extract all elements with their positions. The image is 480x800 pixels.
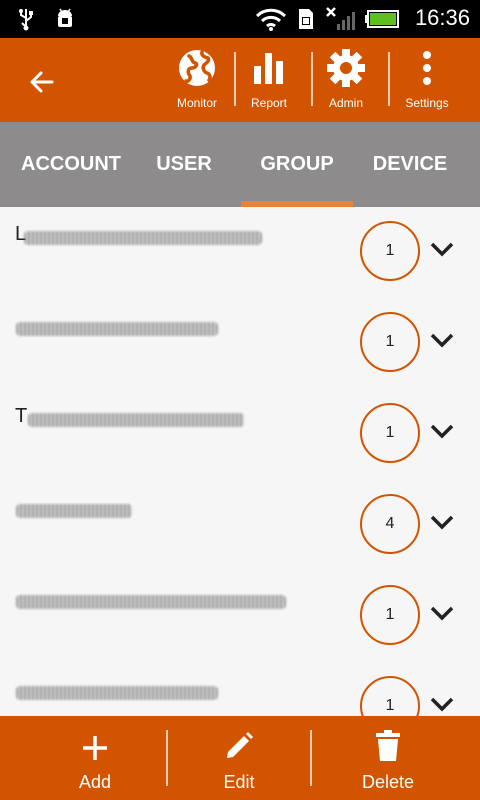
battery-icon [364,6,402,32]
edit-button[interactable]: Edit [174,716,304,800]
member-count-badge: 4 [360,494,420,554]
chevron-down-icon[interactable] [428,508,456,536]
report-button[interactable]: Report [230,46,308,118]
member-count-badge: 1 [360,221,420,281]
chevron-down-icon[interactable] [428,690,456,716]
globe-icon [158,46,236,90]
tab-group-label: GROUP [260,153,334,175]
back-button[interactable] [20,60,64,104]
tab-group[interactable]: GROUP [241,122,353,207]
member-count-badge: 1 [360,585,420,645]
sim-card-icon [294,6,318,32]
tab-account-label: ACCOUNT [21,153,121,175]
bar-chart-icon [230,46,308,90]
tab-user-label: USER [156,153,212,175]
tab-device[interactable]: DEVICE [355,122,465,207]
monitor-button[interactable]: Monitor [158,46,236,118]
redacted-name [28,413,244,427]
add-button[interactable]: Add [30,716,160,800]
member-count-badge: 1 [360,403,420,463]
report-label: Report [250,96,288,110]
admin-button[interactable]: Admin [307,46,385,118]
delete-label: Delete [361,772,415,792]
admin-label: Admin [328,96,363,110]
delete-button[interactable]: Delete [318,716,458,800]
redacted-name [16,504,132,518]
settings-label: Settings [405,96,449,110]
top-toolbar: Monitor Report Admin Settings [0,38,480,122]
pencil-icon [174,716,304,762]
back-arrow-icon [30,71,54,93]
bottom-divider [166,730,168,786]
list-item[interactable]: T 1 [0,389,480,480]
redacted-name [16,595,286,609]
settings-button[interactable]: Settings [388,46,466,118]
status-bar: 16:36 [0,0,480,38]
tab-device-label: DEVICE [372,153,448,175]
bottom-divider [310,730,312,786]
status-time: 16:36 [414,5,470,30]
list-item[interactable]: 1 [0,662,480,716]
trash-icon [318,716,458,762]
tab-bar: ACCOUNT USER GROUP DEVICE [0,122,480,207]
add-label: Add [78,772,112,792]
bottom-action-bar: Add Edit Delete [0,716,480,800]
redacted-name [16,322,218,336]
wifi-icon [254,6,288,32]
redacted-name [16,686,218,700]
redacted-name [24,231,262,245]
chevron-down-icon[interactable] [428,235,456,263]
usb-icon [14,6,38,32]
chevron-down-icon[interactable] [428,326,456,354]
edit-label: Edit [223,772,255,792]
member-count-badge: 1 [360,312,420,372]
plus-icon [30,716,160,762]
list-item[interactable]: L 1 [0,207,480,298]
monitor-label: Monitor [176,96,217,110]
more-vertical-icon [388,46,466,90]
tab-account[interactable]: ACCOUNT [10,122,132,207]
chevron-down-icon[interactable] [428,599,456,627]
group-name: T [15,405,28,427]
android-debug-icon [52,6,78,32]
chevron-down-icon[interactable] [428,417,456,445]
signal-icon [322,6,358,32]
list-item[interactable]: 1 [0,298,480,389]
gear-icon [307,46,385,90]
list-item[interactable]: 1 [0,571,480,662]
tab-user[interactable]: USER [132,122,236,207]
list-item[interactable]: 4 [0,480,480,571]
group-list: L 1 1 T 1 4 1 1 [0,207,480,716]
member-count-badge: 1 [360,676,420,716]
